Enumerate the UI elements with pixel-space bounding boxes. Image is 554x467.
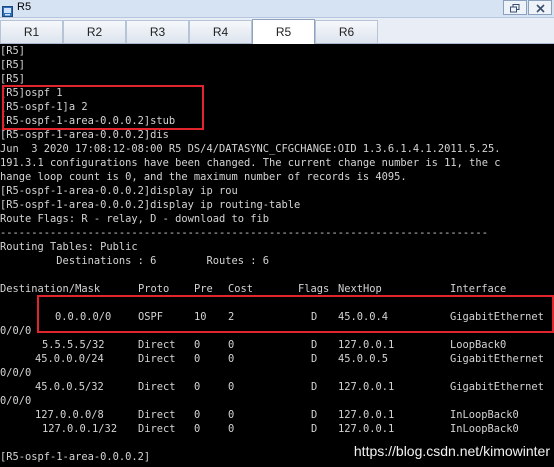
row-pre: 0: [194, 339, 201, 351]
row-flags: D: [311, 339, 318, 351]
row-nexthop: 45.0.0.5: [338, 353, 389, 365]
row-interface-wrap: 0/0/0: [0, 325, 32, 337]
row-flags: D: [311, 353, 318, 365]
window-title: R5: [17, 1, 32, 13]
row-cost: 0: [228, 381, 235, 393]
terminal-line: [R5]: [0, 45, 26, 57]
row-cost: 0: [228, 339, 235, 351]
col-header-cost: Cost: [228, 283, 254, 295]
terminal-line: [R5-ospf-1-area-0.0.0.2]display ip routi…: [0, 199, 301, 211]
row-pre: 0: [194, 423, 201, 435]
highlight-box-commands: [2, 85, 204, 130]
row-interface-wrap: 0/0/0: [0, 367, 32, 379]
terminal-line: [R5]: [0, 73, 26, 85]
row-pre: 0: [194, 381, 201, 393]
terminal-line: 191.3.1 configurations have been changed…: [0, 157, 501, 169]
device-tab-strip: R1 R2 R3 R4 R5 R6: [0, 18, 554, 44]
terminal-separator: ----------------------------------------…: [0, 227, 488, 239]
terminal-output[interactable]: [R5] [R5] [R5] [R5]ospf 1 [R5-ospf-1]a 2…: [0, 44, 554, 467]
row-destination: 127.0.0.1/32: [42, 423, 118, 435]
router-terminal-icon: [2, 2, 13, 17]
terminal-line: [R5-ospf-1-area-0.0.0.2]dis: [0, 129, 169, 141]
routing-counts: Destinations : 6 Routes : 6: [0, 255, 269, 267]
tab-r5[interactable]: R5: [252, 19, 315, 44]
row-interface: GigabitEthernet: [450, 353, 544, 365]
terminal-line: hange loop count is 0, and the maximum n…: [0, 171, 407, 183]
terminal-line: Route Flags: R - relay, D - download to …: [0, 213, 269, 225]
restore-icon: [510, 0, 520, 17]
col-header-proto: Proto: [138, 283, 170, 295]
row-pre: 0: [194, 409, 201, 421]
col-header-nexthop: NextHop: [338, 283, 382, 295]
highlight-box-default-route: [37, 295, 554, 333]
row-proto: Direct: [138, 353, 176, 365]
col-header-pre: Pre: [194, 283, 213, 295]
row-interface-wrap: 0/0/0: [0, 395, 32, 407]
row-nexthop: 127.0.0.1: [338, 339, 395, 351]
row-proto: Direct: [138, 381, 176, 393]
row-flags: D: [311, 381, 318, 393]
row-proto: Direct: [138, 339, 176, 351]
close-icon: [535, 0, 545, 17]
tab-r2[interactable]: R2: [63, 20, 126, 43]
row-nexthop: 127.0.0.1: [338, 381, 395, 393]
command-prompt[interactable]: [R5-ospf-1-area-0.0.0.2]: [0, 450, 150, 464]
terminal-line: Jun 3 2020 17:08:12-08:00 R5 DS/4/DATASY…: [0, 143, 501, 155]
row-proto: Direct: [138, 423, 176, 435]
title-bar: R5: [0, 0, 554, 18]
row-cost: 0: [228, 409, 235, 421]
row-flags: D: [311, 423, 318, 435]
tab-r4[interactable]: R4: [189, 20, 252, 43]
tab-r6[interactable]: R6: [315, 20, 378, 43]
row-destination: 127.0.0.0/8: [35, 409, 104, 421]
routing-tables-label: Routing Tables: Public: [0, 241, 138, 253]
row-cost: 0: [228, 423, 235, 435]
row-nexthop: 127.0.0.1: [338, 423, 395, 435]
row-destination: 45.0.0.0/24: [35, 353, 104, 365]
row-interface: InLoopBack0: [450, 423, 519, 435]
col-header-interface: Interface: [450, 283, 507, 295]
row-destination: 5.5.5.5/32: [42, 339, 105, 351]
row-proto: Direct: [138, 409, 176, 421]
tab-r1[interactable]: R1: [0, 20, 63, 43]
restore-button[interactable]: [503, 0, 527, 15]
row-interface: InLoopBack0: [450, 409, 519, 421]
row-cost: 0: [228, 353, 235, 365]
close-button[interactable]: [528, 0, 552, 15]
terminal-window: R5 R1 R2 R3 R4 R5 R6 [R5] [R5] [R5] [R5]…: [0, 0, 554, 467]
row-interface: LoopBack0: [450, 339, 507, 351]
row-pre: 0: [194, 353, 201, 365]
col-header-flags: Flags: [298, 283, 330, 295]
terminal-line: [R5]: [0, 59, 26, 71]
row-interface: GigabitEthernet: [450, 381, 544, 393]
terminal-line: [R5-ospf-1-area-0.0.0.2]display ip rou: [0, 185, 238, 197]
watermark-text: https://blog.csdn.net/kimowinter: [353, 443, 550, 459]
row-nexthop: 127.0.0.1: [338, 409, 395, 421]
row-flags: D: [311, 409, 318, 421]
col-header-destination: Destination/Mask: [0, 283, 101, 295]
row-destination: 45.0.0.5/32: [35, 381, 104, 393]
tab-r3[interactable]: R3: [126, 20, 189, 43]
